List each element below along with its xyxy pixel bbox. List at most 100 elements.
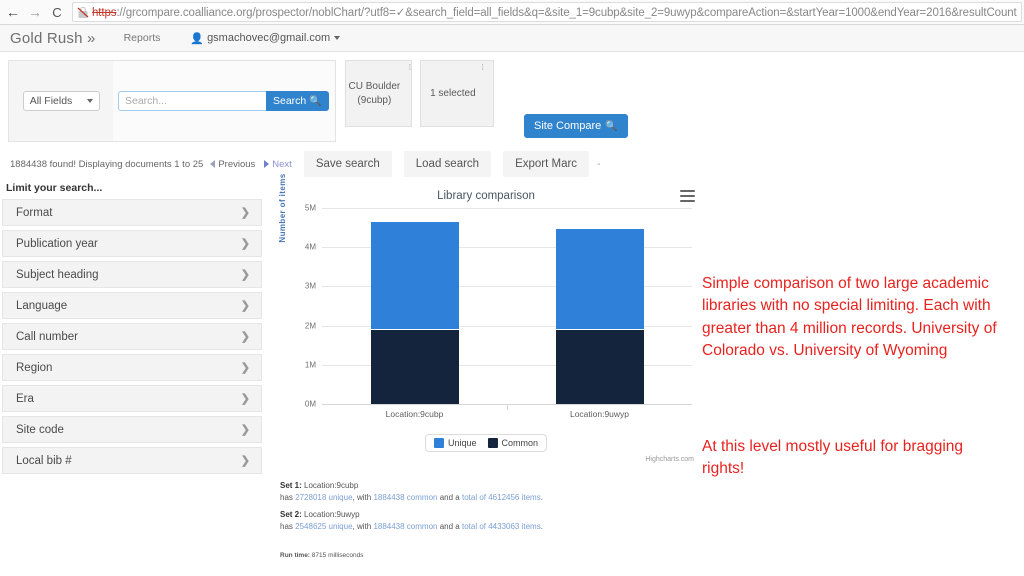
search-panel: Search 🔍 [113, 60, 336, 142]
chart-y-tick: 2M [304, 321, 316, 331]
field-select-value: All Fields [29, 95, 73, 107]
facet-language[interactable]: Language ❯ [2, 292, 262, 319]
chevron-right-icon: ❯ [240, 300, 250, 312]
legend-label-unique: Unique [447, 438, 477, 448]
chart-y-tick: 0M [304, 399, 316, 409]
search-button-label: Search [273, 95, 307, 107]
runtime-label: Run time: 8715 milliseconds [280, 552, 363, 559]
set2-label: Set 2: [280, 510, 302, 520]
broken-lock-icon [77, 6, 89, 19]
address-bar[interactable]: https://grcompare.coalliance.org/prospec… [72, 2, 1022, 22]
facet-label: Region [16, 361, 53, 374]
address-bar-url: https://grcompare.coalliance.org/prospec… [92, 5, 1017, 19]
facet-label: Language [16, 299, 68, 312]
search-button[interactable]: Search 🔍 [266, 91, 329, 111]
legend-swatch-common [487, 438, 498, 448]
result-count-label: 1884438 found! Displaying documents 1 to… [10, 158, 204, 170]
chevron-right-icon: ❯ [240, 393, 250, 405]
legend-swatch-unique [433, 438, 444, 448]
library-comparison-chart: Library comparison Number of items 0M 1M 2… [272, 173, 700, 471]
magnifier-icon: 🔍 [309, 95, 322, 107]
forward-arrow-icon[interactable]: → [24, 1, 46, 23]
search-input[interactable] [118, 91, 266, 111]
hamburger-menu-icon[interactable] [680, 190, 695, 205]
chart-legend: Unique Common [424, 434, 548, 452]
set2-common-count[interactable]: 1884438 common [373, 522, 437, 531]
chart-bar-segment-common[interactable] [370, 330, 459, 404]
comparison-summary: Set 1: Location:9cubp has 2728018 unique… [280, 480, 610, 538]
set2-location: Location:9uwyp [304, 510, 360, 520]
set1-with: , with [352, 492, 372, 502]
legend-item-unique[interactable]: Unique [433, 438, 477, 448]
annotation-main: Simple comparison of two large academic … [702, 275, 997, 360]
set1-period: . [540, 492, 543, 502]
nav-reports[interactable]: Reports [124, 32, 161, 44]
chart-title: Library comparison [437, 190, 535, 202]
runtime-caption: Run time: [280, 552, 310, 559]
chevron-right-icon: ❯ [240, 455, 250, 467]
field-select-panel: All Fields [8, 60, 115, 142]
facet-label: Site code [16, 423, 64, 436]
back-arrow-icon[interactable]: ← [2, 1, 24, 23]
search-toolbar: All Fields Search 🔍 CU Boulder (9cubp) ⁞… [0, 52, 1024, 148]
site-selector-2-label: 1 selected [430, 87, 476, 99]
site-compare-button[interactable]: Site Compare 🔍 [524, 114, 628, 138]
set1-location: Location:9cubp [304, 481, 359, 490]
runtime-value: 8715 milliseconds [311, 552, 364, 559]
site-selector-1-handle-icon[interactable]: ⁞ [409, 63, 411, 74]
set1-unique-count[interactable]: 2728018 unique [295, 493, 352, 502]
site-selector-2[interactable]: 1 selected ⁞ [420, 60, 494, 127]
legend-item-common[interactable]: Common [487, 438, 539, 448]
facet-local-bib[interactable]: Local bib # ❯ [2, 447, 262, 474]
chart-x-axis-separator [507, 404, 508, 410]
summary-set-1: Set 1: Location:9cubp has 2728018 unique… [280, 480, 610, 503]
chart-bar-segment-unique[interactable] [370, 222, 459, 330]
summary-set-2: Set 2: Location:9uwyp has 2548625 unique… [280, 509, 610, 532]
annotation-second: At this level mostly useful for bragging… [702, 438, 964, 478]
reload-icon[interactable]: C [46, 1, 68, 23]
facet-region[interactable]: Region ❯ [2, 354, 262, 381]
chevron-right-icon: ❯ [240, 362, 250, 374]
facet-subject-heading[interactable]: Subject heading ❯ [2, 261, 262, 288]
chevron-right-icon: ❯ [240, 269, 250, 281]
chart-y-tick: 5M [304, 203, 316, 213]
chart-credits[interactable]: Highcharts.com [645, 456, 694, 463]
previous-arrow-icon[interactable] [210, 160, 216, 168]
site-selector-2-handle-icon[interactable]: ⁞ [482, 63, 484, 74]
set1-total-count[interactable]: total of 4612456 items [462, 493, 541, 502]
facet-format[interactable]: Format ❯ [2, 199, 262, 226]
set1-common-count[interactable]: 1884438 common [373, 493, 437, 502]
set2-period: . [540, 521, 543, 531]
brand-logo[interactable]: Gold Rush » [10, 30, 96, 47]
save-search-button[interactable]: Save search [303, 151, 392, 177]
facet-publication-year[interactable]: Publication year ❯ [2, 230, 262, 257]
set2-has: has [280, 521, 293, 531]
chevron-down-icon [87, 99, 94, 103]
facet-label: Local bib # [16, 454, 72, 467]
facet-label: Format [16, 206, 53, 219]
legend-label-common: Common [501, 438, 539, 448]
facet-site-code[interactable]: Site code ❯ [2, 416, 262, 443]
load-search-button[interactable]: Load search [403, 151, 492, 177]
site-selector-1[interactable]: CU Boulder (9cubp) ⁞ [345, 60, 412, 127]
url-scheme: https [92, 7, 117, 19]
set1-and: and a [439, 492, 460, 502]
chevron-right-icon: ❯ [240, 238, 250, 250]
chart-y-tick: 3M [304, 281, 316, 291]
field-select[interactable]: All Fields [22, 91, 101, 111]
export-marc-button[interactable]: Export Marc [503, 151, 590, 177]
facet-era[interactable]: Era ❯ [2, 385, 262, 412]
chart-bar-segment-common[interactable] [555, 330, 644, 404]
chart-y-axis-label: Number of items [278, 173, 287, 243]
facet-list: Format ❯ Publication year ❯ Subject heading ❯… [0, 199, 264, 474]
next-arrow-icon[interactable] [264, 160, 270, 168]
facet-label: Subject heading [16, 268, 99, 281]
chart-bar-segment-unique[interactable] [555, 229, 644, 330]
set2-total-count[interactable]: total of 4433063 items [462, 522, 541, 531]
user-menu[interactable]: 👤 gsmachovec@gmail.com [190, 32, 341, 45]
previous-link[interactable]: Previous [218, 159, 255, 170]
chevron-right-icon: ❯ [240, 207, 250, 219]
set1-label: Set 1: [280, 481, 302, 490]
set2-unique-count[interactable]: 2548625 unique [295, 522, 352, 531]
facet-call-number[interactable]: Call number ❯ [2, 323, 262, 350]
